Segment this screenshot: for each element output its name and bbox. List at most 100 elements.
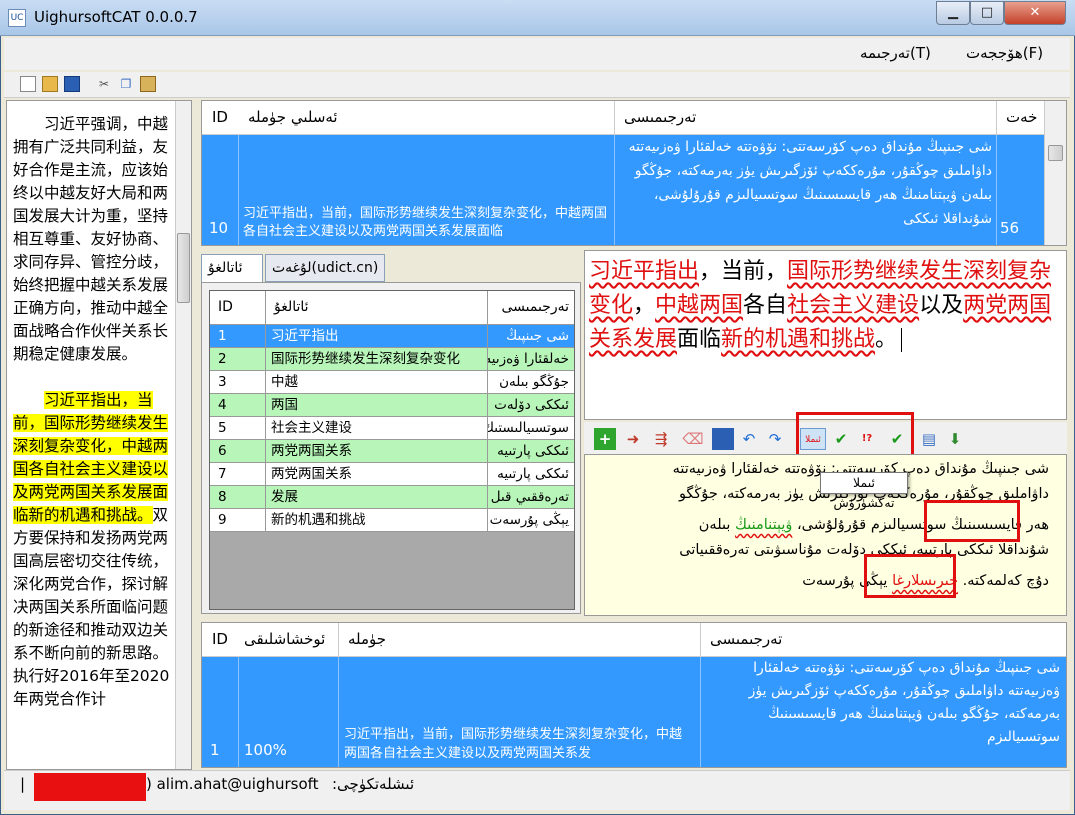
glossary-id: 1 (218, 328, 227, 344)
glossary-trans: تەرەققىي قىل (487, 486, 573, 508)
menu-translate[interactable]: تەرجىمە(T) (860, 44, 931, 62)
segment-source-cell: 习近平指出，当前，国际形势继续发生深刻复杂变化，中越两国各自社会主义建设以及两党… (243, 206, 608, 239)
col-id[interactable]: ID (212, 108, 228, 126)
redacted-block (34, 773, 146, 801)
glossary-trans: ئىككى پارتىيە (487, 440, 573, 462)
spelling-error-word[interactable]: ۋيېتنامنىڭ (735, 517, 792, 533)
tm-id-cell: 1 (210, 741, 220, 759)
menu-file[interactable]: ھۆججەت(F) (966, 44, 1043, 62)
col-id[interactable]: ID (210, 291, 265, 324)
tm-grid-header: ID ئوخشاشلىقى جۈملە تەرجىمىسى (202, 623, 1066, 657)
glossary-row[interactable]: 3 中越 جۇڭگو بىلەن (210, 371, 574, 394)
dictionary-tabs: ئاتالغۇ لۇغەت(udict.cn) (201, 250, 581, 282)
tm-grid: ID ئوخشاشلىقى جۈملە تەرجىمىسى 1 100% 习近平… (201, 622, 1067, 768)
segment-grid: ID ئەسلىي جۈملە تەرجىمىسى خەت 10 习近平指出，当… (201, 100, 1067, 246)
target-text-plain: بىلەن (698, 517, 731, 533)
glossary-row[interactable]: 1 习近平指出 شى جىنپىڭ (210, 325, 574, 348)
status-separator: | (20, 775, 26, 793)
source-scrollbar[interactable] (175, 101, 191, 769)
insert-icon[interactable]: ➜ (622, 428, 644, 450)
paste-icon[interactable] (140, 76, 156, 92)
source-paragraph-rest: 双方要保持和发扬两党两国高层密切交往传统，深化两党合作，探讨解决两国关系所面临问… (13, 506, 170, 708)
maximize-button[interactable]: □ (970, 1, 1004, 25)
source-document-text: 习近平强调，中越拥有广泛共同利益，友好合作是主流，应该始终以中越友好大局和两国发… (7, 113, 173, 711)
tm-row-selected[interactable]: 1 100% 习近平指出，当前，国际形势继续发生深刻复杂变化，中越两国各自社会主… (202, 657, 1066, 767)
target-text-plain: دۇچ كەلمەكتە. (962, 573, 1049, 589)
glossary-row[interactable]: 8 发展 تەرەققىي قىل (210, 486, 574, 509)
col-source[interactable]: ئەسلىي جۈملە (248, 108, 338, 126)
col-divider (700, 623, 701, 657)
source-text-plain: 。 (875, 327, 898, 352)
title-bar[interactable]: UC UighursoftCAT 0.0.0.7 ▁ □ ✕ (0, 0, 1075, 36)
window-title: UighursoftCAT 0.0.0.7 (34, 8, 198, 26)
status-bar: | ) alim.ahat@uighursoft ئىشلەتكۈچى: (4, 770, 1070, 810)
segment-id-cell: 10 (209, 219, 229, 237)
glossary-term: 两党两国关系 (265, 463, 487, 485)
source-text-plain: ， (633, 293, 656, 318)
col-target[interactable]: تەرجىمىسى (710, 630, 782, 648)
glossary-id: 8 (218, 489, 227, 505)
col-source[interactable]: جۈملە (348, 630, 386, 648)
segment-grid-scrollbar[interactable] (1044, 101, 1066, 245)
eraser-icon[interactable]: ⌫ (682, 428, 704, 450)
source-text-plain: 以及 (919, 293, 964, 318)
main-toolbar: ✂ ❐ (4, 72, 1070, 98)
minimize-button[interactable]: ▁ (936, 1, 970, 25)
glossary-row[interactable]: 5 社会主义建设 سوتسىيالىستىك (210, 417, 574, 440)
export-icon[interactable]: ⇶ (650, 428, 672, 450)
download-icon[interactable]: ⬇ (944, 428, 966, 450)
source-editor[interactable]: 习近平指出，当前，国际形势继续发生深刻复杂变化，中越两国各自社会主义建设以及两党… (584, 250, 1067, 420)
col-translation[interactable]: تەرجىمىسى (487, 291, 573, 324)
save-icon[interactable] (712, 428, 734, 450)
glossary-row[interactable]: 2 国际形势继续发生深刻复杂变化خەلقئارا ۋەزىيەت (210, 348, 574, 371)
col-divider (338, 623, 339, 657)
col-id[interactable]: ID (212, 630, 228, 648)
scrollbar-thumb[interactable] (1048, 145, 1063, 161)
glossary-row[interactable]: 4 两国 ئىككى دۆلەت (210, 394, 574, 417)
add-icon[interactable]: + (594, 428, 616, 450)
col-chars[interactable]: خەت (1006, 108, 1037, 126)
close-button[interactable]: ✕ (1004, 1, 1066, 25)
col-term[interactable]: ئاتالغۇ (265, 291, 487, 324)
glossary-term: 新的机遇和挑战 (265, 509, 487, 531)
tab-glossary[interactable]: ئاتالغۇ (201, 254, 263, 282)
cell-divider (238, 135, 239, 245)
glossary-row[interactable]: 6 两党两国关系 ئىككى پارتىيە (210, 440, 574, 463)
glossary-row[interactable]: 7 两党两国关系 ئىككى پارتىيە (210, 463, 574, 486)
new-file-icon[interactable] (20, 76, 36, 92)
source-paragraph-current: 习近平指出，当前，国际形势继续发生深刻复杂变化，中越两国各自社会主义建设以及两党… (13, 389, 173, 711)
glossary-id: 2 (218, 351, 227, 367)
glossary-term: 社会主义建设 (265, 417, 487, 439)
col-divider (996, 101, 997, 135)
col-target[interactable]: تەرجىمىسى (624, 108, 696, 126)
menu-bar: تەرجىمە(T) ھۆججەت(F) (4, 38, 1070, 70)
glossary-id: 3 (218, 374, 227, 390)
cell-divider (700, 657, 701, 767)
glossary-grid: ID ئاتالغۇ تەرجىمىسى 1 习近平指出 شى جىنپىڭ 2 国际… (209, 290, 575, 610)
segment-row-selected[interactable]: 10 习近平指出，当前，国际形势继续发生深刻复杂变化，中越两国各自社会主义建设以… (202, 135, 1044, 245)
cut-icon[interactable]: ✂ (96, 76, 112, 92)
copy-icon[interactable]: ❐ (118, 76, 134, 92)
target-line: دۇچ كەلمەكتە. خىرىسلارغا يېڭى پۇرسەت (595, 569, 1049, 594)
open-folder-icon[interactable] (42, 76, 58, 92)
redo-icon[interactable]: ↷ (764, 428, 786, 450)
status-user-label: ئىشلەتكۈچى: (332, 775, 415, 793)
scrollbar-thumb[interactable] (177, 233, 190, 303)
glossary-term: 中越 (265, 371, 487, 393)
source-document-pane[interactable]: 习近平强调，中越拥有广泛共同利益，友好合作是主流，应该始终以中越友好大局和两国发… (6, 100, 192, 770)
tab-online-dictionary[interactable]: لۇغەت(udict.cn) (265, 254, 385, 282)
tm-source-cell: 习近平指出，当前，国际形势继续发生深刻复杂变化，中越两国各自社会主义建设以及两党… (344, 727, 683, 761)
cell-divider (614, 135, 615, 245)
error-highlight-box (864, 554, 956, 598)
save-icon[interactable] (64, 76, 80, 92)
glossary-panel: ID ئاتالغۇ تەرجىمىسى 1 习近平指出 شى جىنپىڭ 2 国际… (201, 282, 581, 614)
glossary-id: 9 (218, 512, 227, 528)
glossary-term: 发展 (265, 486, 487, 508)
error-highlight-box (924, 500, 1020, 542)
col-match[interactable]: ئوخشاشلىقى (244, 630, 325, 648)
glossary-trans: شى جىنپىڭ (487, 325, 573, 347)
commit-icon[interactable]: ▤ (918, 428, 940, 450)
glossary-id: 5 (218, 420, 227, 436)
undo-icon[interactable]: ↶ (738, 428, 760, 450)
glossary-row[interactable]: 9 新的机遇和挑战 يېڭى پۇرسەت (210, 509, 574, 532)
